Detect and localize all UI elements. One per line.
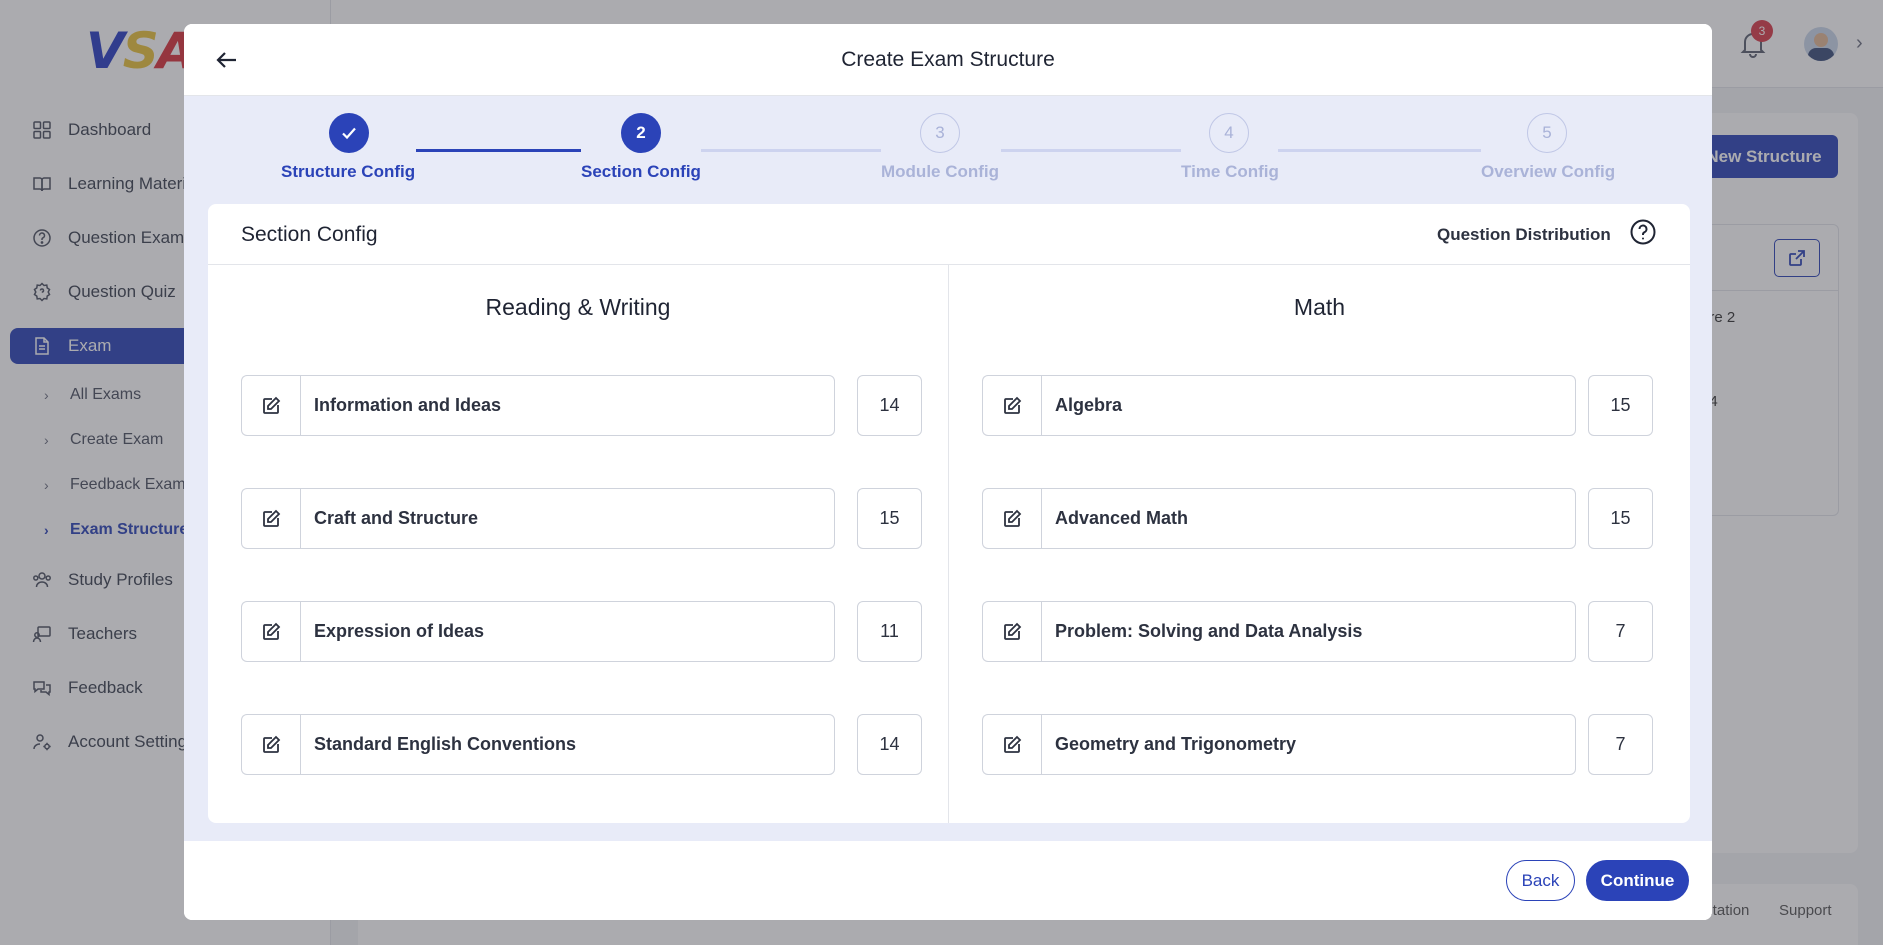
section-count[interactable]: 15 xyxy=(1588,375,1653,436)
section-name[interactable]: Expression of Ideas xyxy=(300,601,835,662)
modal-header: Create Exam Structure xyxy=(184,24,1712,96)
edit-icon xyxy=(1004,735,1022,753)
question-distribution-label: Question Distribution xyxy=(1437,225,1611,244)
check-icon xyxy=(342,127,356,140)
section-row: Information and Ideas 14 xyxy=(241,375,922,436)
edit-icon xyxy=(263,509,281,527)
panel-title: Section Config xyxy=(241,223,378,246)
step-time-config[interactable]: 4 xyxy=(1209,113,1249,153)
step-module-config[interactable]: 3 xyxy=(920,113,960,153)
edit-icon xyxy=(263,735,281,753)
continue-button[interactable]: Continue xyxy=(1586,860,1689,901)
column-divider xyxy=(948,265,949,823)
step-overview-config[interactable]: 5 xyxy=(1527,113,1567,153)
step-connector xyxy=(1001,149,1181,152)
edit-button[interactable] xyxy=(241,714,300,775)
section-name[interactable]: Algebra xyxy=(1041,375,1576,436)
column-title-reading-writing: Reading & Writing xyxy=(485,294,671,320)
step-label: Module Config xyxy=(881,162,1000,181)
step-connector xyxy=(1278,149,1481,152)
section-name[interactable]: Information and Ideas xyxy=(300,375,835,436)
column-title-math: Math xyxy=(1293,294,1346,320)
section-row: Craft and Structure 15 xyxy=(241,488,922,549)
step-label: Overview Config xyxy=(1481,162,1616,181)
section-row: Standard English Conventions 14 xyxy=(241,714,922,775)
edit-icon xyxy=(1004,509,1022,527)
help-icon[interactable] xyxy=(1629,218,1657,246)
section-row: Expression of Ideas 11 xyxy=(241,601,922,662)
step-label: Structure Config xyxy=(281,162,416,181)
edit-button[interactable] xyxy=(982,601,1041,662)
section-row: Geometry and Trigonometry 7 xyxy=(982,714,1655,775)
section-count[interactable]: 14 xyxy=(857,375,922,436)
section-count[interactable]: 15 xyxy=(857,488,922,549)
section-name[interactable]: Problem: Solving and Data Analysis xyxy=(1041,601,1576,662)
edit-button[interactable] xyxy=(241,375,300,436)
section-count[interactable]: 15 xyxy=(1588,488,1653,549)
section-name[interactable]: Geometry and Trigonometry xyxy=(1041,714,1576,775)
edit-icon xyxy=(263,396,281,414)
section-row: Advanced Math 15 xyxy=(982,488,1655,549)
edit-button[interactable] xyxy=(982,488,1041,549)
section-count[interactable]: 11 xyxy=(857,601,922,662)
step-connector xyxy=(416,149,581,152)
section-count[interactable]: 7 xyxy=(1588,601,1653,662)
section-row: Algebra 15 xyxy=(982,375,1655,436)
section-row: Problem: Solving and Data Analysis 7 xyxy=(982,601,1655,662)
edit-button[interactable] xyxy=(982,375,1041,436)
step-section-config[interactable]: 2 xyxy=(621,113,661,153)
edit-icon xyxy=(1004,396,1022,414)
section-config-panel: Section Config Question Distribution Rea… xyxy=(208,204,1690,823)
section-count[interactable]: 7 xyxy=(1588,714,1653,775)
panel-header: Section Config Question Distribution xyxy=(208,204,1690,265)
edit-button[interactable] xyxy=(982,714,1041,775)
section-name[interactable]: Craft and Structure xyxy=(300,488,835,549)
edit-icon xyxy=(1004,622,1022,640)
step-label: Time Config xyxy=(1181,162,1279,181)
section-count[interactable]: 14 xyxy=(857,714,922,775)
modal-footer xyxy=(184,841,1712,920)
step-structure-config[interactable] xyxy=(329,113,369,153)
modal-title: Create Exam Structure xyxy=(841,48,1055,71)
edit-button[interactable] xyxy=(241,601,300,662)
edit-button[interactable] xyxy=(241,488,300,549)
edit-icon xyxy=(263,622,281,640)
section-name[interactable]: Advanced Math xyxy=(1041,488,1576,549)
step-connector xyxy=(701,149,881,152)
step-label: Section Config xyxy=(581,162,701,181)
section-name[interactable]: Standard English Conventions xyxy=(300,714,835,775)
back-button[interactable]: Back xyxy=(1506,860,1575,901)
